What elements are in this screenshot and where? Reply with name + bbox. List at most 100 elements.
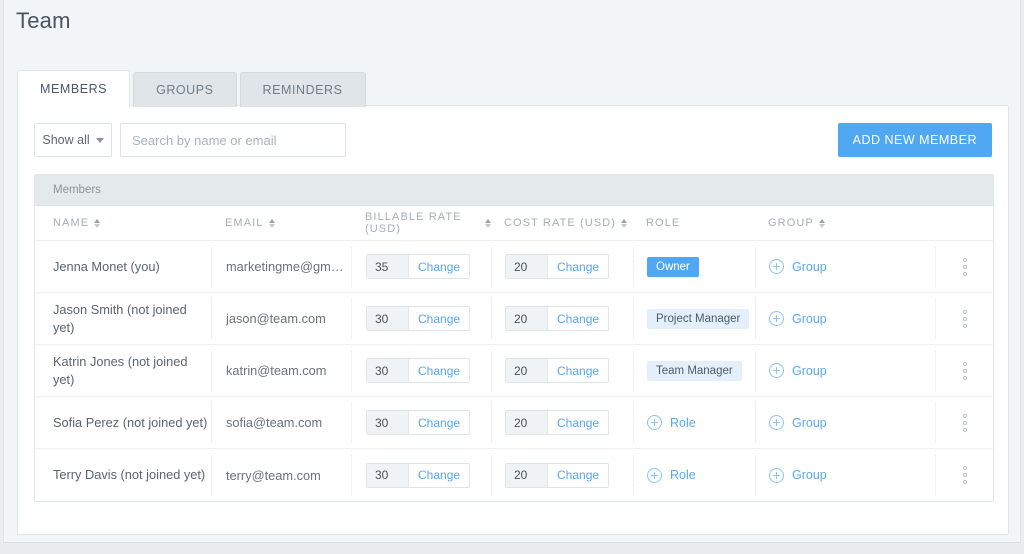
cell-billable-rate: 30 Change — [351, 455, 491, 495]
sort-arrows-icon[interactable] — [94, 218, 101, 228]
add-group-button[interactable]: Group — [769, 467, 827, 483]
billable-rate-change-button[interactable]: Change — [408, 359, 470, 382]
row-menu-icon[interactable] — [962, 413, 967, 432]
billable-rate-stepper[interactable]: 35 Change — [366, 254, 471, 279]
tab-bar: MEMBERS GROUPS REMINDERS — [17, 70, 366, 107]
plus-circle-icon — [769, 311, 784, 326]
role-badge[interactable]: Project Manager — [647, 308, 750, 329]
cell-email: terry@team.com — [211, 455, 351, 495]
tab-label: REMINDERS — [262, 83, 343, 97]
cell-cost-rate: 20 Change — [491, 246, 633, 287]
team-page: Team MEMBERS GROUPS REMINDERS Show all ADD… — [3, 0, 1021, 543]
column-header-label: BILLABLE RATE (USD) — [365, 211, 462, 235]
add-group-button-label: Group — [792, 363, 827, 378]
cell-role: Project Manager — [633, 298, 755, 339]
tab-groups[interactable]: GROUPS — [133, 72, 237, 107]
chevron-down-icon — [95, 137, 104, 143]
sort-arrows-icon[interactable] — [268, 218, 275, 228]
cell-actions — [935, 402, 993, 443]
table-row: Jason Smith (not joined yet) jason@team.c… — [35, 293, 993, 345]
row-menu-icon[interactable] — [962, 466, 967, 484]
cost-rate-stepper[interactable]: 20 Change — [505, 410, 610, 435]
cell-cost-rate: 20 Change — [491, 350, 633, 391]
billable-rate-stepper[interactable]: 30 Change — [366, 358, 471, 383]
billable-rate-value: 30 — [367, 411, 408, 434]
column-header-email[interactable]: EMAIL — [211, 217, 351, 229]
cell-email: jason@team.com — [211, 298, 351, 339]
table-band-label: Members — [35, 175, 993, 206]
billable-rate-change-button[interactable]: Change — [408, 463, 470, 487]
cost-rate-stepper[interactable]: 20 Change — [505, 358, 610, 383]
add-group-button-label: Group — [792, 259, 827, 274]
member-name: Sofia Perez (not joined yet) — [53, 414, 208, 430]
cell-group: Group — [755, 246, 935, 287]
show-all-dropdown[interactable]: Show all — [34, 123, 112, 157]
cost-rate-value: 20 — [506, 307, 547, 330]
add-group-button[interactable]: Group — [769, 259, 827, 274]
role-badge[interactable]: Team Manager — [647, 360, 742, 381]
billable-rate-change-button[interactable]: Change — [408, 307, 470, 330]
table-row: Terry Davis (not joined yet) terry@team.c… — [35, 449, 993, 501]
sort-arrows-icon[interactable] — [818, 218, 825, 228]
add-group-button-label: Group — [792, 311, 827, 326]
add-role-button[interactable]: Role — [647, 467, 696, 483]
role-badge[interactable]: Owner — [647, 256, 699, 277]
sort-arrows-icon[interactable] — [621, 218, 628, 228]
column-header-label: ROLE — [646, 217, 681, 229]
billable-rate-change-button[interactable]: Change — [408, 411, 470, 434]
add-new-member-button[interactable]: ADD NEW MEMBER — [837, 123, 992, 157]
column-header-billable-rate-usd[interactable]: BILLABLE RATE (USD) — [351, 211, 491, 235]
search-input[interactable] — [120, 123, 346, 157]
cost-rate-change-button[interactable]: Change — [547, 359, 609, 382]
table-body: Jenna Monet (you) marketingme@gm… 35 Change… — [35, 241, 993, 501]
add-group-button[interactable]: Group — [769, 311, 827, 326]
row-menu-icon[interactable] — [962, 257, 967, 276]
billable-rate-change-button[interactable]: Change — [408, 255, 470, 278]
row-menu-icon[interactable] — [962, 361, 967, 380]
cost-rate-change-button[interactable]: Change — [547, 463, 609, 487]
add-group-button[interactable]: Group — [769, 415, 827, 430]
cost-rate-value: 20 — [506, 255, 547, 278]
billable-rate-stepper[interactable]: 30 Change — [366, 410, 471, 435]
cost-rate-change-button[interactable]: Change — [547, 411, 609, 434]
cost-rate-stepper[interactable]: 20 Change — [505, 462, 610, 488]
cell-role: Role — [633, 402, 755, 443]
cost-rate-value: 20 — [506, 411, 547, 434]
billable-rate-stepper[interactable]: 30 Change — [366, 306, 471, 331]
cost-rate-stepper[interactable]: 20 Change — [505, 306, 610, 331]
column-header-name[interactable]: NAME — [35, 217, 211, 229]
add-role-button[interactable]: Role — [647, 415, 696, 430]
plus-circle-icon — [769, 467, 784, 483]
column-header-label: NAME — [53, 217, 90, 229]
cell-name: Terry Davis (not joined yet) — [35, 466, 211, 484]
cell-group: Group — [755, 455, 935, 495]
member-email: marketingme@gm… — [226, 259, 344, 274]
row-menu-icon[interactable] — [962, 309, 967, 328]
cost-rate-change-button[interactable]: Change — [547, 255, 609, 278]
column-header-label: EMAIL — [225, 217, 264, 229]
member-email: jason@team.com — [226, 311, 326, 326]
add-group-button[interactable]: Group — [769, 363, 827, 378]
add-group-button-label: Group — [792, 468, 827, 482]
panel-toolbar: Show all ADD NEW MEMBER — [18, 106, 1008, 174]
cell-actions — [935, 350, 993, 391]
tab-members[interactable]: MEMBERS — [17, 70, 131, 107]
cell-name: Jenna Monet (you) — [35, 258, 211, 276]
column-header-label: GROUP — [768, 217, 814, 229]
cell-actions — [935, 455, 993, 495]
cell-actions — [935, 246, 993, 287]
cell-group: Group — [755, 350, 935, 391]
member-name: Terry Davis (not joined yet) — [53, 467, 206, 482]
tab-reminders[interactable]: REMINDERS — [239, 72, 366, 107]
member-email: sofia@team.com — [226, 415, 323, 430]
cell-billable-rate: 30 Change — [351, 350, 491, 391]
plus-circle-icon — [769, 259, 784, 274]
billable-rate-stepper[interactable]: 30 Change — [366, 462, 471, 488]
column-header-cost-rate-usd[interactable]: COST RATE (USD) — [491, 217, 633, 229]
column-header-group[interactable]: GROUP — [755, 217, 935, 229]
member-name: Katrin Jones (not joined yet) — [53, 353, 188, 387]
cost-rate-change-button[interactable]: Change — [547, 307, 609, 330]
plus-circle-icon — [647, 467, 662, 483]
cost-rate-stepper[interactable]: 20 Change — [505, 254, 610, 279]
page-title: Team — [16, 8, 71, 33]
